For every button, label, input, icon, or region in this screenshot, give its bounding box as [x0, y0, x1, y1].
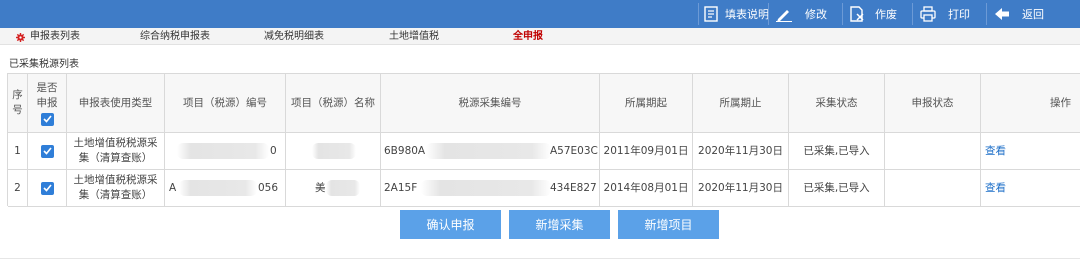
row2-declare-status — [885, 170, 981, 207]
header-declare: 是否申报 — [28, 74, 67, 133]
void-button[interactable]: 作废 — [849, 0, 897, 28]
row2-declare-checkbox[interactable] — [40, 181, 54, 195]
modify-label: 修改 — [805, 8, 827, 21]
void-document-icon — [849, 6, 865, 22]
row2-project-no-tail: 056 — [258, 181, 279, 194]
row1-collect-no: 6B980A A57E03C — [381, 133, 600, 170]
print-button[interactable]: 打印 — [920, 0, 970, 28]
toolbar-divider — [986, 3, 987, 25]
row1-view-link[interactable]: 查看 — [985, 144, 1006, 159]
row2-operations: 查看 — [981, 170, 1080, 207]
row2-collect-no: 2A15F 434E827 — [381, 170, 600, 207]
tab-full-declaration[interactable]: 全申报 — [513, 28, 543, 45]
redaction-blur — [326, 180, 360, 196]
section-title: 已采集税源列表 — [9, 59, 79, 70]
row2-collect-status: 已采集,已导入 — [789, 170, 885, 207]
row1-project-no: 0 — [165, 133, 286, 170]
toolbar-divider — [912, 3, 913, 25]
gear-icon — [16, 32, 25, 42]
redaction-blur — [426, 143, 551, 159]
row1-project-name — [286, 133, 381, 170]
row1-declare-cell — [28, 133, 67, 170]
add-project-button[interactable]: 新增项目 — [618, 210, 719, 239]
row1-type: 土地增值税税源采集（清算查账） — [67, 133, 165, 170]
header-collect-no: 税源采集编号 — [381, 74, 600, 133]
header-period-end: 所属期止 — [693, 74, 789, 133]
header-project-no: 项目（税源）编号 — [165, 74, 286, 133]
row2-project-no: A 056 — [165, 170, 286, 207]
print-label: 打印 — [948, 8, 970, 21]
redaction-blur — [179, 180, 257, 196]
row1-period-end: 2020年11月30日 — [693, 133, 789, 170]
row2-period-end: 2020年11月30日 — [693, 170, 789, 207]
header-type: 申报表使用类型 — [67, 74, 165, 133]
header-declare-status: 申报状态 — [885, 74, 981, 133]
row1-period-start: 2011年09月01日 — [600, 133, 693, 170]
source-table: 序号 是否申报 申报表使用类型 项目（税源）编号 项目（税源）名称 税源采集编号… — [7, 73, 1080, 207]
tab-land-value-added-tax[interactable]: 土地增值税 — [389, 28, 439, 45]
row2-seq: 2 — [8, 170, 28, 207]
select-all-checkbox[interactable] — [40, 112, 54, 126]
header-project-name: 项目（税源）名称 — [286, 74, 381, 133]
tab-declaration-list[interactable]: 申报表列表 — [30, 28, 80, 45]
tab-comprehensive-tax-return[interactable]: 综合纳税申报表 — [140, 28, 210, 45]
add-collect-button[interactable]: 新增采集 — [509, 210, 610, 239]
back-arrow-icon — [994, 7, 1010, 21]
row1-collect-head: 6B980A — [384, 144, 426, 157]
row2-declare-cell — [28, 170, 67, 207]
row2-collect-tail: 434E827 — [550, 181, 597, 194]
toolbar-divider — [768, 3, 769, 25]
header-collect-status: 采集状态 — [789, 74, 885, 133]
row1-collect-tail: A57E03C — [550, 144, 598, 157]
row1-project-no-tail: 0 — [270, 144, 277, 157]
row2-project-name: 美 — [286, 170, 381, 207]
header-period-start: 所属期起 — [600, 74, 693, 133]
modify-button[interactable]: 修改 — [775, 0, 827, 28]
document-icon — [703, 6, 719, 22]
row2-project-name-head: 美 — [315, 181, 326, 194]
back-button[interactable]: 返回 — [994, 0, 1044, 28]
row1-collect-status: 已采集,已导入 — [789, 133, 885, 170]
back-label: 返回 — [1022, 8, 1044, 21]
bottom-divider — [0, 258, 1080, 259]
confirm-declare-button[interactable]: 确认申报 — [400, 210, 501, 239]
pencil-icon — [775, 6, 793, 22]
toolbar-divider — [698, 3, 699, 25]
row1-declare-status — [885, 133, 981, 170]
tab-tax-exemption-detail[interactable]: 减免税明细表 — [264, 28, 324, 45]
row2-view-link[interactable]: 查看 — [985, 181, 1006, 196]
toolbar-divider — [842, 3, 843, 25]
row2-type: 土地增值税税源采集（清算查账） — [67, 170, 165, 207]
row2-project-no-head: A — [169, 181, 177, 194]
redaction-blur — [312, 143, 356, 159]
row1-operations: 查看 — [981, 133, 1080, 170]
printer-icon — [920, 6, 936, 22]
row1-seq: 1 — [8, 133, 28, 170]
header-operations: 操作 — [981, 74, 1080, 133]
form-tabs: 申报表列表 综合纳税申报表 减免税明细表 土地增值税 全申报 — [0, 28, 1080, 45]
header-operations-label: 操作 — [1050, 96, 1071, 109]
row2-period-start: 2014年08月01日 — [600, 170, 693, 207]
redaction-blur — [177, 143, 269, 159]
void-label: 作废 — [875, 8, 897, 21]
fill-guide-label: 填表说明 — [725, 8, 769, 21]
redaction-blur — [421, 180, 551, 196]
header-seq: 序号 — [8, 74, 28, 133]
header-seq-label: 序号 — [12, 89, 23, 116]
header-declare-label: 是否申报 — [36, 81, 58, 109]
top-toolbar: 填表说明 修改 作废 打印 返回 — [0, 0, 1080, 28]
fill-guide-button[interactable]: 填表说明 — [703, 0, 769, 28]
row1-declare-checkbox[interactable] — [40, 144, 54, 158]
row2-collect-head: 2A15F — [384, 181, 418, 194]
